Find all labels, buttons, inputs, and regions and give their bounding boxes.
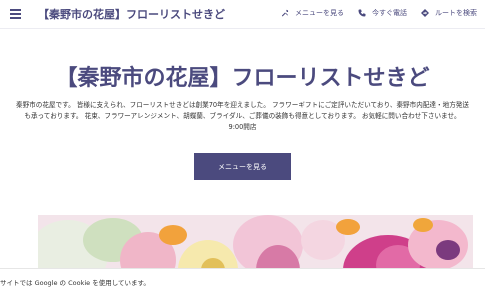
header-nav: メニューを見る 今すぐ電話 ルートを検索 [267,8,477,18]
nav-call-label: 今すぐ電話 [372,9,407,17]
directions-icon [421,9,429,17]
nav-menu-link[interactable]: メニューを見る [281,8,344,18]
view-menu-button[interactable]: メニューを見る [194,153,291,180]
nav-call-link[interactable]: 今すぐ電話 [358,8,407,18]
site-title[interactable]: 【秦野市の花屋】フローリストせきど [38,6,225,22]
top-app-bar: 【秦野市の花屋】フローリストせきど メニューを見る 今すぐ電話 ルートを検索 [0,0,485,29]
phone-icon [358,9,366,17]
tools-icon [282,9,289,17]
cookie-banner: サイトでは Google の Cookie を使用しています。 [0,268,485,300]
hamburger-menu-icon[interactable] [10,9,21,19]
nav-directions-label: ルートを検索 [435,9,477,17]
nav-directions-link[interactable]: ルートを検索 [421,8,477,18]
cookie-text: サイトでは Google の Cookie を使用しています。 [0,279,150,287]
description-text: 秦野市の花屋です。 皆様に支えられ、フローリストせきどは創業70年を迎えました。… [16,101,469,120]
hero-description: 秦野市の花屋です。 皆様に支えられ、フローリストせきどは創業70年を迎えました。… [14,100,471,133]
hero-title: 【秦野市の花屋】フローリストせきど [55,65,430,91]
nav-menu-label: メニューを見る [295,9,344,17]
open-time: 9:00開店 [228,123,257,131]
